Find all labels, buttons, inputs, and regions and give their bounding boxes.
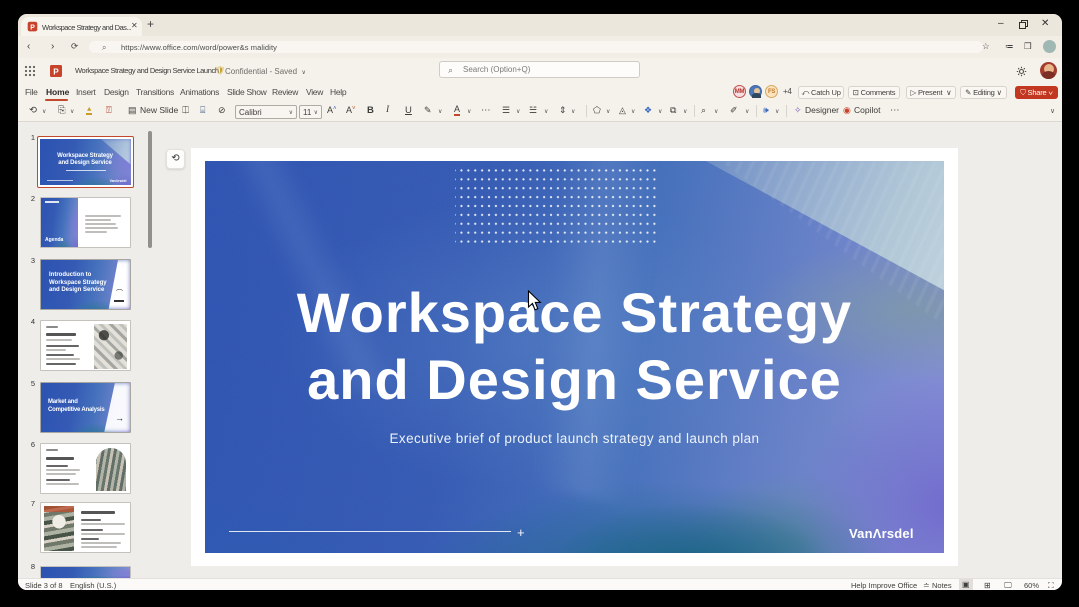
svg-text:P: P — [30, 24, 35, 31]
svg-text:P: P — [53, 67, 59, 76]
